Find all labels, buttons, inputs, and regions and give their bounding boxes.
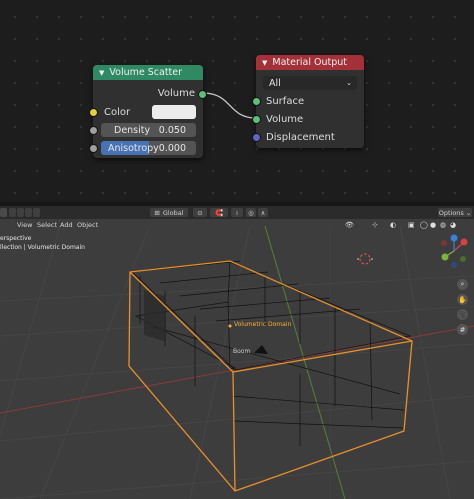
- volume-shadow-hatching: [144, 289, 166, 342]
- material-output-title: Material Output: [272, 57, 348, 68]
- anisotropy-label: Anisotropy: [108, 142, 159, 154]
- viewport-header: ⊞ Global ⊙ 🧲 ⁞ ◎ ∧ Options ⌄: [0, 206, 474, 219]
- menu-object[interactable]: Object: [77, 221, 98, 229]
- volume-link-wire: [202, 92, 257, 119]
- anisotropy-slider[interactable]: Anisotropy 0.000: [101, 141, 196, 155]
- target-value: All: [269, 77, 281, 89]
- volume-output-socket[interactable]: [198, 90, 207, 99]
- transform-orientation-dropdown[interactable]: ⊞ Global: [150, 208, 188, 217]
- anisotropy-value: 0.000: [158, 142, 186, 154]
- color-label: Color: [104, 106, 131, 118]
- camera-view-icon[interactable]: 🎥: [457, 309, 468, 320]
- floor-grid: [0, 225, 474, 499]
- density-input-socket[interactable]: [89, 126, 98, 135]
- collection-path-text: llection | Volumetric Domain: [0, 244, 85, 251]
- anisotropy-input-socket[interactable]: [89, 144, 98, 153]
- view-name-text: erspective: [0, 235, 32, 242]
- 3d-viewport[interactable]: ⊞ Global ⊙ 🧲 ⁞ ◎ ∧ Options ⌄ View Select…: [0, 206, 474, 499]
- xray-icon[interactable]: ▣: [408, 221, 415, 229]
- selection-outline: [128, 260, 413, 492]
- volume-input-socket[interactable]: [252, 115, 261, 124]
- shading-solid-icon[interactable]: ●: [430, 221, 436, 229]
- options-label: Options: [438, 208, 464, 217]
- displacement-input-socket[interactable]: [252, 133, 261, 142]
- 3d-cursor: [357, 253, 373, 265]
- object-name-label: Volumetric Domain: [234, 321, 292, 328]
- editor-type-button[interactable]: [0, 208, 7, 217]
- material-output-node-header[interactable]: ▼ Material Output: [256, 55, 364, 70]
- select-mode-button-1[interactable]: [9, 208, 16, 217]
- snap-button[interactable]: 🧲: [210, 208, 228, 217]
- visibility-icon[interactable]: 👁: [345, 221, 354, 229]
- viewport-menu-bar: View Select Add Object 👁 ⊹ ◐ ▣ ◯ ● ◍ ◕: [0, 219, 474, 230]
- density-value: 0.050: [158, 124, 186, 136]
- falloff-button[interactable]: ∧: [258, 208, 268, 217]
- volume-scatter-node[interactable]: ▼ Volume Scatter Volume Color Density 0.…: [89, 65, 207, 158]
- menu-view[interactable]: View: [17, 221, 32, 229]
- density-label: Density: [114, 124, 151, 136]
- shading-wireframe-icon[interactable]: ◯: [420, 221, 428, 229]
- color-swatch[interactable]: [152, 105, 196, 119]
- proportional-edit-button[interactable]: ◎: [246, 208, 256, 217]
- object-origin-dot: [228, 324, 232, 328]
- collapse-arrow-icon[interactable]: ▼: [99, 69, 104, 77]
- menu-add[interactable]: Add: [60, 221, 73, 229]
- options-dropdown[interactable]: Options ⌄: [438, 208, 472, 217]
- shader-node-editor[interactable]: ▼ Volume Scatter Volume Color Density 0.…: [0, 0, 474, 202]
- surface-input-row: Surface: [266, 94, 304, 108]
- volume-input-row: Volume: [266, 112, 303, 126]
- shading-rendered-icon[interactable]: ◕: [450, 221, 456, 229]
- surface-label: Surface: [266, 95, 305, 107]
- snap-target-button[interactable]: ⁞: [231, 208, 243, 217]
- light-icon: [254, 345, 268, 354]
- density-field[interactable]: Density 0.050: [101, 123, 196, 137]
- material-output-node[interactable]: ▼ Material Output All ⌄ Surface Volume D…: [252, 55, 364, 148]
- navigation-gizmo: [441, 234, 468, 268]
- displacement-label: Displacement: [266, 131, 335, 143]
- volume-scatter-title: Volume Scatter: [109, 67, 183, 78]
- select-mode-button-3[interactable]: [25, 208, 32, 217]
- orientation-icon: ⊞: [154, 208, 160, 217]
- color-input-row: Color: [104, 105, 130, 119]
- menu-select[interactable]: Select: [37, 221, 57, 229]
- node-link-layer: [202, 92, 257, 119]
- color-input-socket[interactable]: [89, 108, 98, 117]
- surface-input-socket[interactable]: [252, 97, 261, 106]
- chevron-down-icon: ⌄: [346, 79, 352, 87]
- ortho-grid-icon[interactable]: #: [457, 324, 468, 335]
- collapse-arrow-icon[interactable]: ▼: [262, 59, 267, 67]
- pan-hand-icon[interactable]: ✋: [457, 294, 468, 305]
- volume-output-row: Volume: [158, 86, 195, 100]
- gizmo-toggle-icon[interactable]: ⊹: [372, 221, 378, 229]
- volume-label: Volume: [266, 113, 304, 125]
- target-dropdown[interactable]: All ⌄: [263, 76, 357, 90]
- overlays-icon[interactable]: ◐: [390, 221, 396, 229]
- volume-scatter-node-header[interactable]: ▼ Volume Scatter: [93, 65, 203, 80]
- select-mode-button-4[interactable]: [33, 208, 40, 217]
- transform-orientation-value: Global: [162, 208, 184, 217]
- select-mode-button-2[interactable]: [17, 208, 24, 217]
- volume-output-label: Volume: [157, 87, 195, 99]
- pivot-point-button[interactable]: ⊙: [193, 208, 207, 217]
- shading-material-icon[interactable]: ◍: [440, 221, 446, 229]
- zoom-icon[interactable]: ⌕: [457, 279, 468, 290]
- light-name-label: Boom: [233, 348, 251, 355]
- chevron-down-icon: ⌄: [465, 208, 472, 217]
- displacement-input-row: Displacement: [266, 130, 335, 144]
